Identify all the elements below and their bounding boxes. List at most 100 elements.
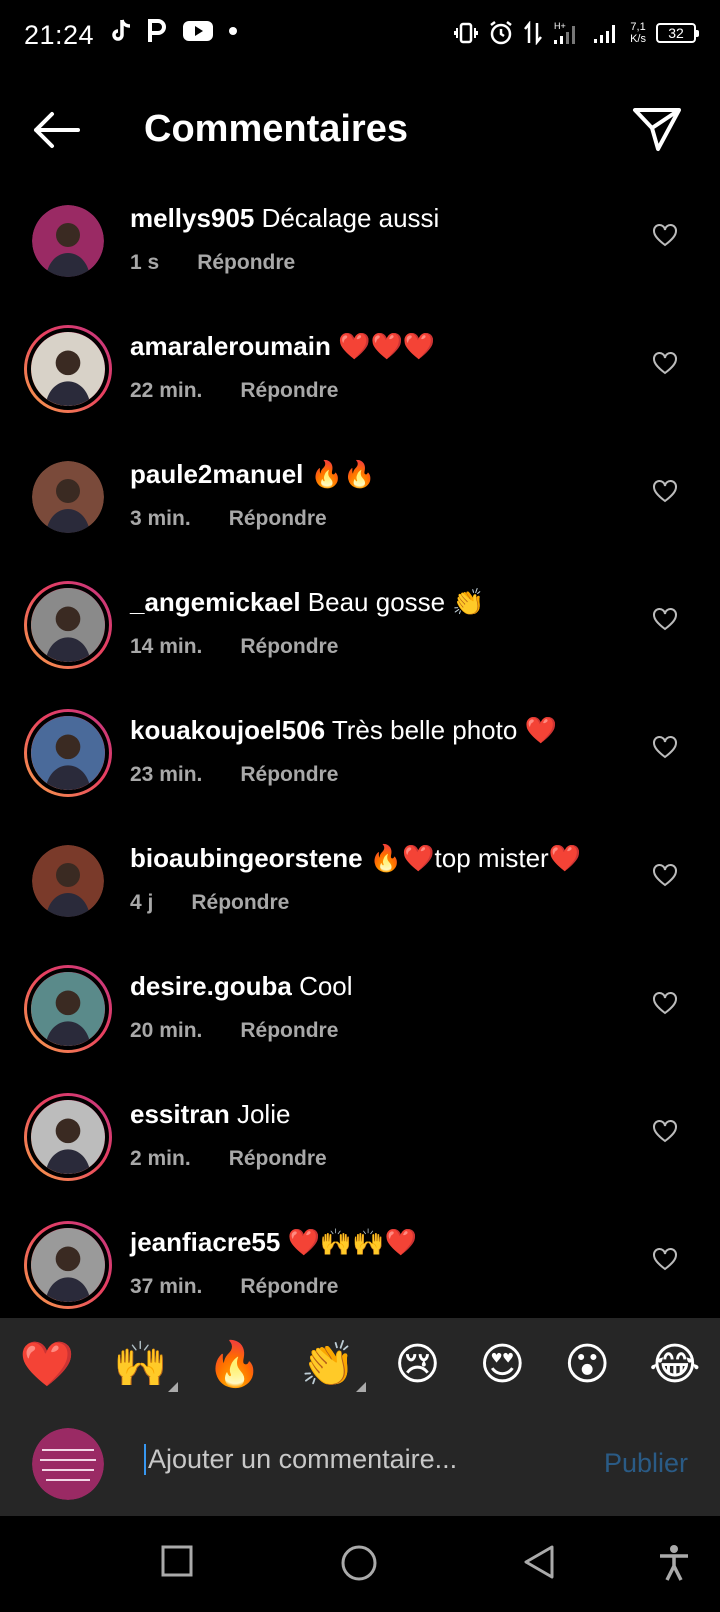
comment-row: paule2manuel 🔥🔥 3 min. Répondre: [0, 431, 720, 559]
like-heart-icon[interactable]: [652, 735, 678, 759]
publish-button[interactable]: Publier: [604, 1448, 688, 1479]
reply-button[interactable]: Répondre: [240, 763, 338, 786]
emoji-button[interactable]: 🙌: [113, 1338, 179, 1392]
like-heart-icon[interactable]: [652, 1247, 678, 1271]
skin-tone-indicator: [355, 1382, 366, 1392]
comment-text: desire.gouba Cool: [130, 971, 353, 1002]
comment-username[interactable]: kouakoujoel506: [130, 715, 325, 745]
dot-icon: [229, 27, 237, 35]
like-heart-icon[interactable]: [652, 1119, 678, 1143]
like-heart-icon[interactable]: [652, 351, 678, 375]
avatar-image: [32, 845, 104, 917]
comment-body: 🔥🔥: [310, 459, 376, 489]
comment-text: jeanfiacre55 ❤️🙌🙌❤️: [130, 1227, 417, 1258]
comment-input[interactable]: Ajouter un commentaire...: [144, 1444, 457, 1475]
comment-meta: 20 min. Répondre: [130, 1019, 338, 1043]
reply-button[interactable]: Répondre: [229, 507, 327, 530]
comment-composer: Ajouter un commentaire... Publier: [0, 1410, 720, 1516]
avatar-image: [31, 332, 105, 406]
comment-meta: 1 s Répondre: [130, 251, 295, 275]
comment-body: 🔥❤️top mister❤️: [369, 843, 582, 873]
like-heart-icon[interactable]: [652, 991, 678, 1015]
comment-time: 23 min.: [130, 763, 203, 786]
comment-username[interactable]: jeanfiacre55: [130, 1227, 280, 1257]
like-heart-icon[interactable]: [652, 863, 678, 887]
comment-meta: 23 min. Répondre: [130, 763, 338, 787]
avatar-image: [32, 205, 104, 277]
avatar-image: [32, 1428, 104, 1500]
reply-button[interactable]: Répondre: [240, 379, 338, 402]
comment-time: 2 min.: [130, 1147, 191, 1170]
comment-time: 20 min.: [130, 1019, 203, 1042]
reply-button[interactable]: Répondre: [240, 635, 338, 658]
comment-list[interactable]: mellys905 Décalage aussi 1 s Répondre amara…: [0, 175, 720, 1318]
comment-username[interactable]: mellys905: [130, 203, 254, 233]
svg-text:H+: H+: [554, 21, 566, 31]
emoji-button[interactable]: 😍: [479, 1339, 525, 1390]
comment-username[interactable]: _angemickael: [130, 587, 301, 617]
signal-icon: [594, 25, 616, 43]
network-speed: 7,1 K/s: [630, 21, 646, 45]
comment-username[interactable]: bioaubingeorstene: [130, 843, 363, 873]
comment-meta: 3 min. Répondre: [130, 507, 327, 531]
comment-time: 1 s: [130, 251, 160, 274]
emoji-button[interactable]: 😮: [564, 1339, 610, 1390]
avatar-image: [31, 1100, 105, 1174]
comment-time: 3 min.: [130, 507, 191, 530]
comment-username[interactable]: amaraleroumain: [130, 331, 331, 361]
emoji-button[interactable]: 👏: [301, 1338, 366, 1392]
comment-username[interactable]: paule2manuel: [130, 459, 303, 489]
send-icon[interactable]: [632, 106, 682, 152]
avatar-image: [31, 972, 105, 1046]
home-icon[interactable]: [340, 1544, 378, 1582]
comment-row: _angemickael Beau gosse 👏 14 min. Répondre: [0, 559, 720, 687]
comment-body: Très belle photo ❤️: [331, 715, 557, 745]
alarm-icon: [490, 21, 512, 45]
avatar[interactable]: [32, 205, 104, 277]
avatar[interactable]: [24, 1093, 112, 1181]
avatar[interactable]: [24, 1221, 112, 1309]
avatar[interactable]: [32, 845, 104, 917]
reply-button[interactable]: Répondre: [240, 1019, 338, 1042]
like-heart-icon[interactable]: [652, 479, 678, 503]
avatar[interactable]: [24, 325, 112, 413]
emoji-button[interactable]: ❤️: [19, 1338, 74, 1390]
avatar-image: [31, 716, 105, 790]
comment-text: essitran Jolie: [130, 1099, 290, 1130]
recent-apps-icon[interactable]: [160, 1544, 194, 1578]
like-heart-icon[interactable]: [652, 223, 678, 247]
avatar[interactable]: [24, 581, 112, 669]
page-title: Commentaires: [144, 108, 408, 150]
comment-time: 4 j: [130, 891, 154, 914]
reply-button[interactable]: Répondre: [191, 891, 289, 914]
emoji-button[interactable]: 🔥: [207, 1338, 262, 1390]
emoji-button[interactable]: 😂: [649, 1339, 700, 1390]
avatar[interactable]: [24, 709, 112, 797]
reply-button[interactable]: Répondre: [197, 251, 295, 274]
back-arrow-icon[interactable]: [30, 110, 82, 150]
comment-text: _angemickael Beau gosse 👏: [130, 587, 485, 618]
comment-text: paule2manuel 🔥🔥: [130, 459, 375, 490]
avatar-image: [31, 588, 105, 662]
avatar[interactable]: [24, 965, 112, 1053]
reply-button[interactable]: Répondre: [240, 1275, 338, 1298]
emoji-quick-bar: ❤️ 🙌 🔥 👏 😢 😍 😮 😂: [0, 1318, 720, 1410]
comment-row: bioaubingeorstene 🔥❤️top mister❤️ 4 j Répo…: [0, 815, 720, 943]
comment-meta: 37 min. Répondre: [130, 1275, 338, 1299]
comment-time: 22 min.: [130, 379, 203, 402]
p-icon: [148, 19, 166, 42]
avatar[interactable]: [32, 461, 104, 533]
system-nav-bar: [0, 1516, 720, 1612]
comment-username[interactable]: desire.gouba: [130, 971, 292, 1001]
emoji-button[interactable]: 😢: [395, 1339, 441, 1390]
comment-row: kouakoujoel506 Très belle photo ❤️ 23 min…: [0, 687, 720, 815]
comment-meta: 14 min. Répondre: [130, 635, 338, 659]
comment-row: amaraleroumain ❤️❤️❤️ 22 min. Répondre: [0, 303, 720, 431]
comment-username[interactable]: essitran: [130, 1099, 230, 1129]
reply-button[interactable]: Répondre: [229, 1147, 327, 1170]
back-nav-icon[interactable]: [522, 1544, 556, 1580]
comment-body: Beau gosse 👏: [307, 587, 485, 617]
accessibility-icon[interactable]: [658, 1544, 690, 1582]
comment-time: 14 min.: [130, 635, 203, 658]
like-heart-icon[interactable]: [652, 607, 678, 631]
